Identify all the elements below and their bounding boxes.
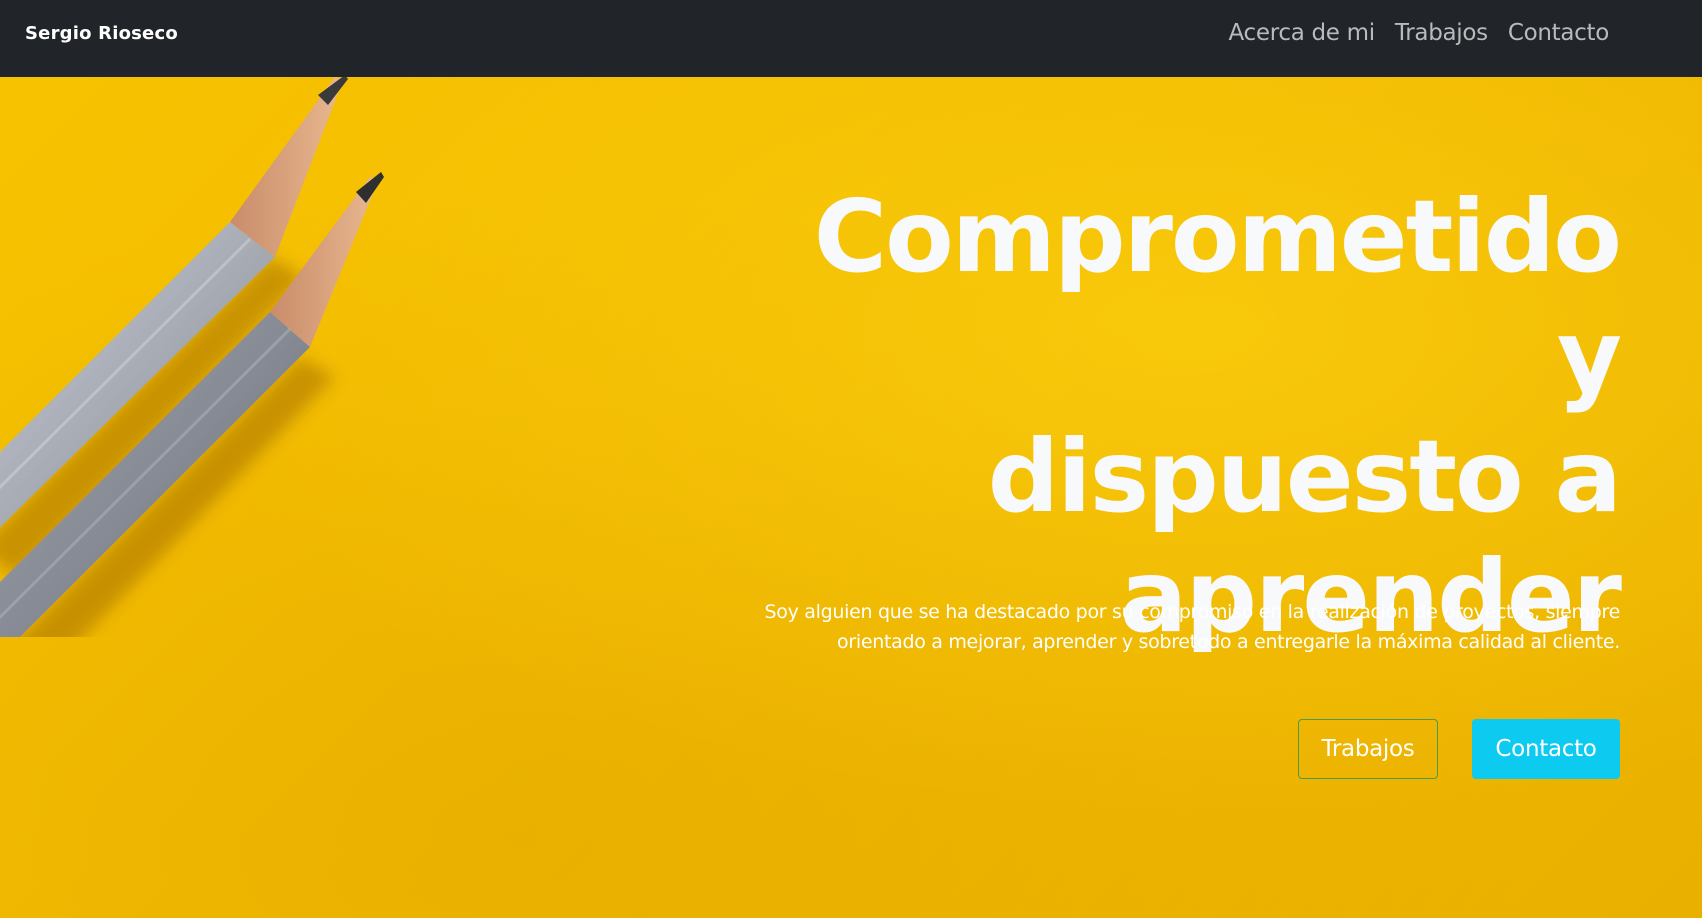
trabajos-button[interactable]: Trabajos	[1298, 719, 1438, 779]
hero-description: Soy alguien que se ha destacado por su c…	[720, 597, 1621, 657]
nav-link-acerca[interactable]: Acerca de mi	[1228, 20, 1375, 46]
hero-description-line-2: orientado a mejorar, aprender y sobretod…	[837, 631, 1620, 653]
pencils-background-image	[0, 77, 384, 637]
navbar: Sergio Rioseco Acerca de mi Trabajos Con…	[0, 0, 1702, 77]
hero-description-line-1: Soy alguien que se ha destacado por su c…	[764, 601, 1621, 623]
nav-link-contacto[interactable]: Contacto	[1508, 20, 1609, 46]
nav-links: Acerca de mi Trabajos Contacto	[1228, 20, 1609, 46]
hero-headline-line-2: dispuesto a	[987, 418, 1622, 535]
contacto-button[interactable]: Contacto	[1472, 719, 1620, 779]
hero-section: Comprometido y dispuesto a aprender Soy …	[0, 77, 1702, 918]
hero-headline: Comprometido y dispuesto a aprender	[720, 177, 1622, 657]
nav-link-trabajos[interactable]: Trabajos	[1395, 20, 1488, 46]
brand-link[interactable]: Sergio Rioseco	[25, 23, 178, 44]
hero-headline-line-1: Comprometido y	[813, 178, 1622, 415]
